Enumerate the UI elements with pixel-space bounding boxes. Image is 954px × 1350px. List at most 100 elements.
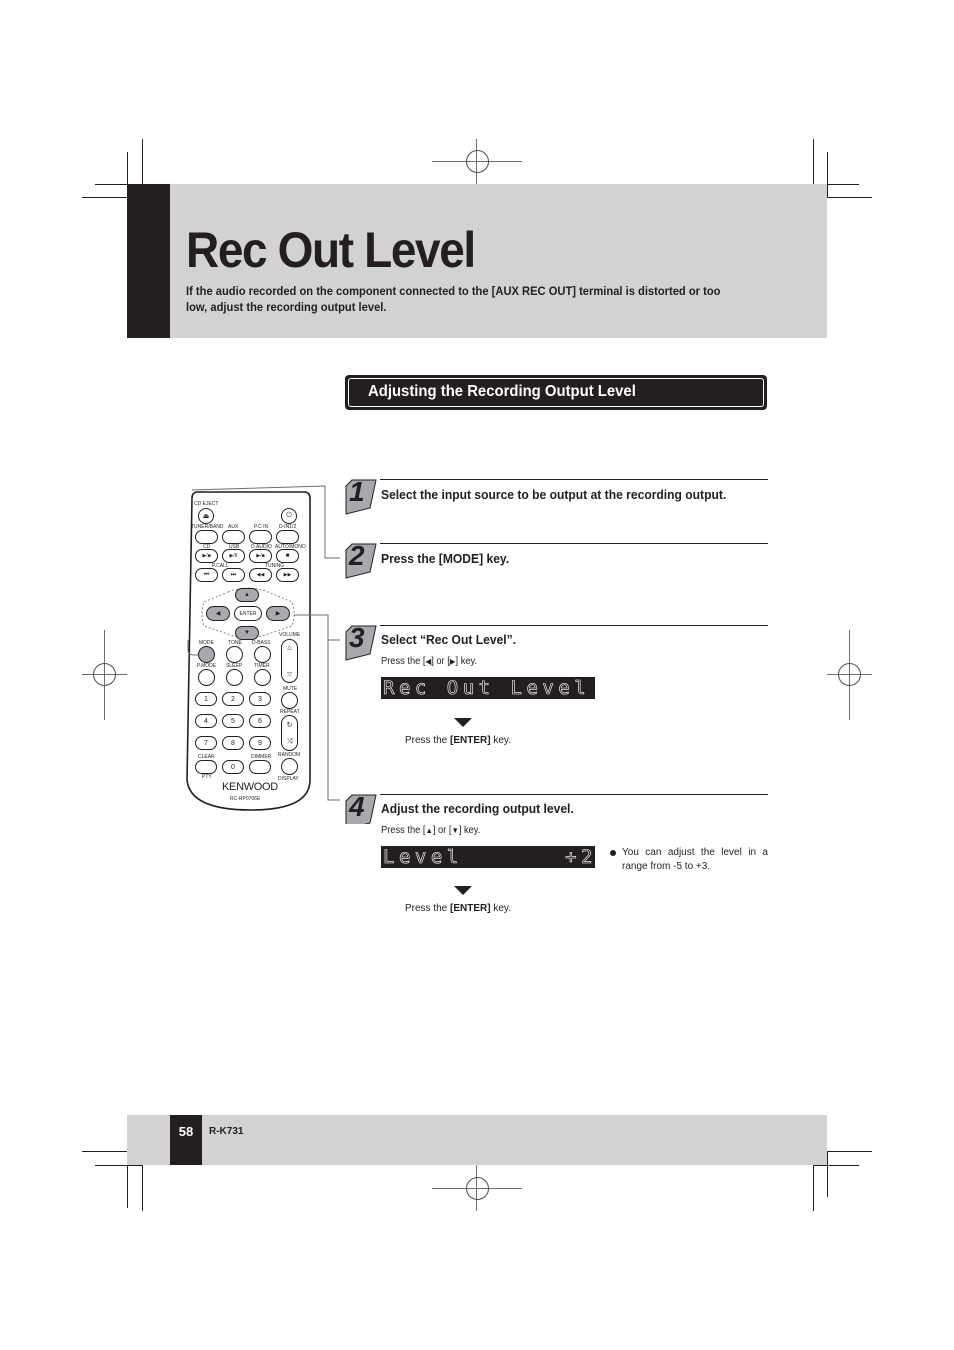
cursor-down-button[interactable]: ▼	[235, 626, 259, 640]
label-cd-eject: CD EJECT	[194, 501, 219, 507]
step-1-rule	[380, 479, 768, 480]
d-bass-button[interactable]	[254, 646, 271, 663]
instruction-text: ] or [	[432, 825, 452, 836]
volume-up-icon: △	[287, 645, 292, 651]
digit-label: 2	[231, 695, 235, 703]
down-key-icon: ▼	[451, 826, 459, 835]
down-arrow-icon: ▼	[244, 630, 250, 636]
fast-forward-icon: ▶▶	[283, 572, 292, 578]
display-button[interactable]	[281, 758, 298, 775]
step-3-display: Rec Out Level	[381, 677, 595, 699]
pc-in-button[interactable]	[249, 530, 272, 544]
tuner-band-button[interactable]	[195, 530, 218, 544]
digit-3-button[interactable]: 3	[249, 692, 271, 706]
cursor-left-button[interactable]: ◀	[206, 606, 230, 621]
step-3-heading: Select “Rec Out Level”.	[381, 632, 517, 647]
digit-2-button[interactable]: 2	[222, 692, 244, 706]
previous-icon: ⏮	[203, 571, 210, 578]
d-in-button[interactable]	[276, 530, 299, 544]
step-4-number: 4	[349, 791, 365, 822]
rewind-icon: ◀◀	[256, 572, 265, 578]
cursor-right-button[interactable]: ▶	[266, 606, 290, 621]
tuning-up-button[interactable]: ▶▶	[276, 568, 299, 582]
digit-7-button[interactable]: 7	[195, 736, 217, 750]
display-text: Rec Out Level	[383, 677, 591, 699]
power-button[interactable]: ⏻	[281, 508, 297, 524]
step-3-down-arrow-icon	[454, 718, 472, 727]
step-2-heading: Press the [MODE] key.	[381, 551, 510, 566]
digit-0-button[interactable]: 0	[222, 760, 244, 774]
digit-label: 0	[231, 763, 235, 771]
instruction-text: Press the [	[381, 656, 426, 667]
eject-button[interactable]: ⏏	[198, 508, 214, 524]
step-2-number: 2	[349, 540, 365, 571]
step-4-down-arrow-icon	[454, 886, 472, 895]
dimmer-button[interactable]	[249, 760, 271, 774]
digit-9-button[interactable]: 9	[249, 736, 271, 750]
usb-play-pause-button[interactable]: ▶/II	[222, 549, 245, 563]
play-pause-icon: ▶/II	[229, 553, 238, 559]
instruction-text: ] key.	[455, 656, 478, 667]
header-accent-bar	[127, 184, 170, 338]
clear-button[interactable]	[195, 760, 217, 774]
cd-play-stop-button[interactable]: ▶/■	[195, 549, 218, 563]
next-icon: ⏭	[230, 571, 237, 578]
footer-page-tab	[170, 1115, 202, 1165]
step-3-rule	[380, 625, 768, 626]
enter-key-label: [ENTER]	[450, 735, 491, 746]
step-1-number: 1	[349, 476, 365, 507]
mute-button[interactable]	[281, 692, 298, 709]
digit-1-button[interactable]: 1	[195, 692, 217, 706]
step-1-heading: Select the input source to be output at …	[381, 487, 727, 502]
digit-8-button[interactable]: 8	[222, 736, 244, 750]
stop-icon: ■	[285, 553, 290, 559]
note-bullet-icon	[610, 850, 616, 856]
step-4-instruction: Press the [▲] or [▼] key.	[381, 824, 480, 837]
step-3-confirm: Press the [ENTER] key.	[405, 734, 511, 747]
cursor-up-button[interactable]: ▲	[235, 588, 259, 602]
enter-label: ENTER	[239, 610, 257, 617]
step-3-number: 3	[349, 622, 365, 653]
section-heading: Adjusting the Recording Output Level	[368, 383, 636, 400]
digit-6-button[interactable]: 6	[249, 714, 271, 728]
step-4-rule	[380, 794, 768, 795]
instruction-text: ] key.	[458, 825, 481, 836]
sleep-button[interactable]	[226, 669, 243, 686]
footer-model-name: R-K731	[209, 1126, 244, 1137]
display-value: +2	[565, 846, 597, 868]
digit-4-button[interactable]: 4	[195, 714, 217, 728]
tuning-down-button[interactable]: ◀◀	[249, 568, 272, 582]
power-icon: ⏻	[286, 512, 292, 519]
volume-rocker[interactable]: △ ▽	[281, 639, 298, 683]
aux-button[interactable]	[222, 530, 245, 544]
p-call-prev-button[interactable]: ⏮	[195, 568, 218, 582]
enter-button[interactable]: ENTER	[234, 606, 262, 621]
mode-button[interactable]	[198, 646, 215, 663]
digit-label: 1	[204, 695, 208, 703]
confirm-text: key.	[490, 735, 511, 746]
step-2-rule	[380, 543, 768, 544]
remote-brand-logo: KENWOOD	[222, 781, 278, 793]
p-call-next-button[interactable]: ⏭	[222, 568, 245, 582]
step-4-heading: Adjust the recording output level.	[381, 801, 574, 816]
remote-model-number: RC-RP0706E	[230, 796, 261, 802]
d-audio-play-stop-button[interactable]: ▶/■	[249, 549, 272, 563]
digit-5-button[interactable]: 5	[222, 714, 244, 728]
repeat-random-rocker[interactable]: ↻ ⤨	[281, 715, 298, 751]
p-mode-button[interactable]	[198, 669, 215, 686]
step-4-note: You can adjust the level in a range from…	[622, 847, 768, 872]
page-intro: If the audio recorded on the component c…	[186, 284, 721, 314]
label-display: DISPLAY	[278, 776, 299, 782]
play-stop-icon: ▶/■	[202, 553, 211, 559]
instruction-text: Press the [	[381, 825, 426, 836]
timer-button[interactable]	[254, 669, 271, 686]
digit-label: 4	[204, 717, 208, 725]
display-label: Level	[383, 846, 463, 868]
tone-button[interactable]	[226, 646, 243, 663]
instruction-text: ] or [	[431, 656, 450, 667]
step-3-instruction: Press the [◀] or [▶] key.	[381, 655, 477, 668]
callout-line-step-4	[327, 640, 340, 801]
enter-key-label: [ENTER]	[450, 903, 491, 914]
confirm-text: Press the	[405, 903, 451, 914]
stop-button[interactable]: ■	[276, 549, 299, 563]
